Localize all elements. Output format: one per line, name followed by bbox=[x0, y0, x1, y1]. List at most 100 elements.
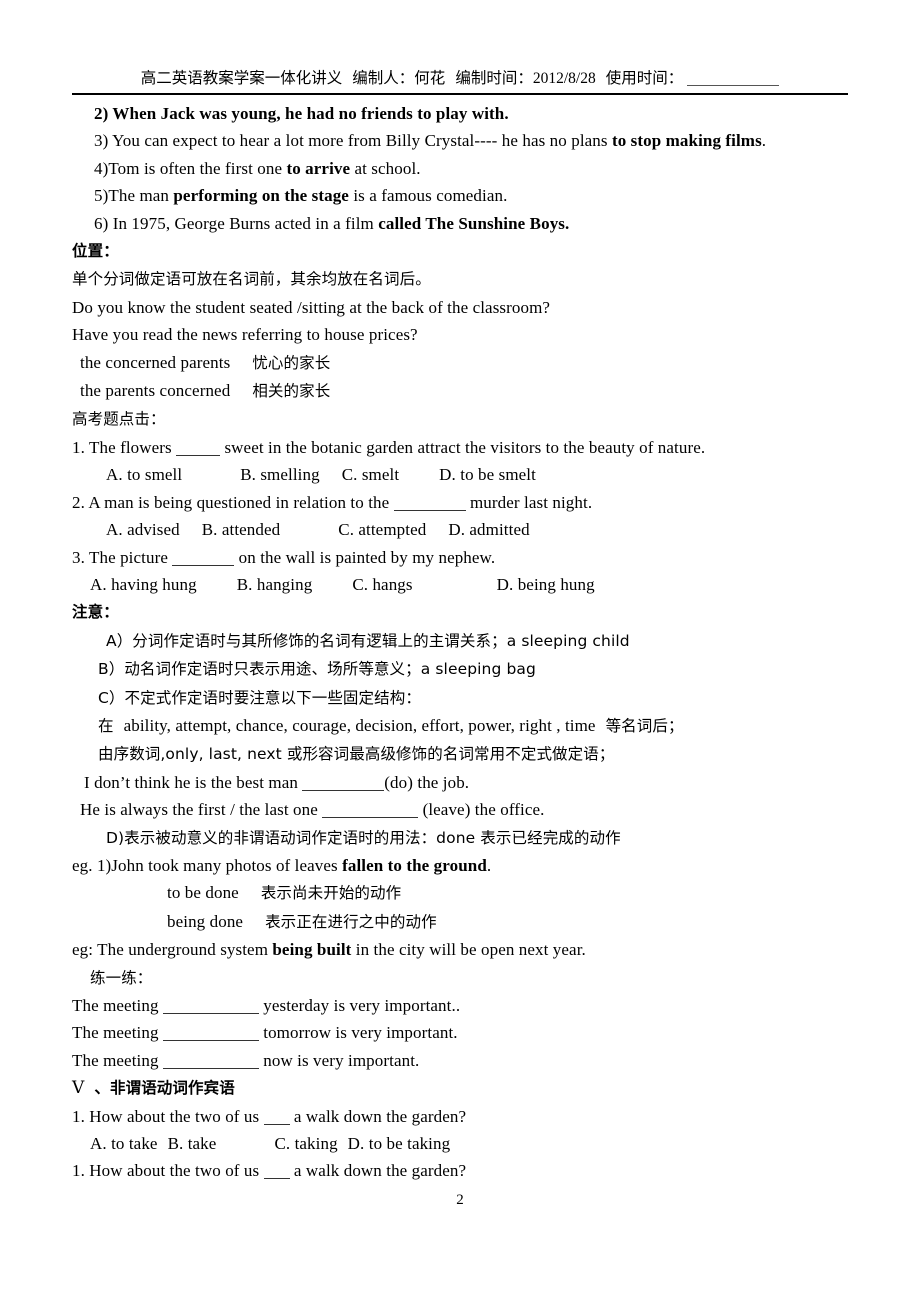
note-suffix: 等名词后； bbox=[605, 716, 684, 735]
document-body: 2) When Jack was young, he had no friend… bbox=[72, 100, 862, 1185]
option-d[interactable]: D. being hung bbox=[497, 571, 595, 598]
answer-blank[interactable] bbox=[322, 817, 419, 819]
notice-practice-1: I don’t think he is the best man (do) th… bbox=[72, 769, 862, 796]
practice-before: The meeting bbox=[72, 1023, 163, 1043]
option-a[interactable]: A. having hung bbox=[90, 571, 197, 598]
answer-blank[interactable] bbox=[393, 509, 466, 511]
header-title: 高二英语教案学案一体化讲义 bbox=[140, 70, 343, 87]
notice-item-d: D)表示被动意义的非谓语动词作定语时的用法：done 表示已经完成的动作 bbox=[106, 828, 621, 847]
answer-blank[interactable] bbox=[162, 1013, 259, 1014]
option-a[interactable]: A. advised bbox=[106, 516, 180, 543]
header-compiler-name: 何花 bbox=[414, 70, 446, 87]
example-number: 6) bbox=[94, 213, 109, 233]
example-line: 5)The man performing on the stage is a f… bbox=[72, 182, 862, 209]
option-c[interactable]: C. hangs bbox=[352, 571, 412, 598]
question-stem-after: a walk down the garden? bbox=[289, 1161, 467, 1181]
question-stem-before: The picture bbox=[84, 547, 173, 567]
option-b[interactable]: B. attended bbox=[202, 516, 281, 543]
header-compile-time: 2012/8/28 bbox=[532, 70, 596, 87]
answer-blank[interactable] bbox=[162, 1040, 259, 1042]
being-done-row: being done 表示正在进行之中的动作 bbox=[72, 908, 862, 936]
done-example-1: eg. 1)John took many photos of leaves fa… bbox=[72, 852, 862, 879]
pair-english: the parents concerned bbox=[80, 381, 231, 401]
practice-before: The meeting bbox=[72, 1050, 163, 1070]
example-text-pre: The man bbox=[108, 186, 174, 206]
practice-before: He is always the first / the last one bbox=[80, 800, 323, 820]
question-number: 2. bbox=[72, 492, 85, 512]
practice-after: (leave) the office. bbox=[418, 800, 545, 820]
section-title: 、非谓语动词作宾语 bbox=[94, 1079, 235, 1098]
option-a[interactable]: A. to take bbox=[90, 1130, 158, 1157]
option-b[interactable]: B. hanging bbox=[237, 571, 313, 598]
exam-options-row: A. advised B. attended C. attempted D. admi… bbox=[72, 516, 862, 543]
notice-item-c-note2: 由序数词,only, last, next 或形容词最高级修饰的名词常用不定式做… bbox=[98, 745, 615, 764]
section-v-heading: Ⅴ 、非谓语动词作宾语 bbox=[72, 1074, 862, 1102]
answer-blank[interactable] bbox=[302, 789, 385, 791]
question-stem-after: on the wall is painted by my nephew. bbox=[234, 547, 496, 567]
notice-item-b: B）动名词作定语时只表示用途、场所等意义；a sleeping bag bbox=[98, 660, 536, 679]
exam-question-stem: 3. The picture on the wall is painted by… bbox=[72, 544, 862, 571]
position-example: Have you read the news referring to hous… bbox=[72, 325, 418, 345]
example-number: 2) bbox=[94, 104, 109, 123]
form-english: to be done bbox=[167, 883, 239, 903]
question-stem-before: A man is being questioned in relation to… bbox=[84, 492, 394, 512]
practice-after: yesterday is very important.. bbox=[258, 996, 461, 1015]
option-d[interactable]: D. admitted bbox=[448, 516, 529, 543]
question-stem-before: The flowers bbox=[84, 437, 177, 457]
notice-practice-2: He is always the first / the last one (l… bbox=[72, 796, 862, 823]
example-text-pre: Tom is often the first one bbox=[108, 158, 287, 178]
exam-heading: 高考题点击： bbox=[72, 410, 166, 429]
example-line: 6) In 1975, George Burns acted in a film… bbox=[72, 210, 862, 237]
position-pair: the concerned parents 忧心的家长 bbox=[72, 349, 862, 377]
option-c[interactable]: C. smelt bbox=[342, 461, 399, 488]
option-a[interactable]: A. to smell bbox=[106, 461, 182, 488]
answer-blank[interactable] bbox=[162, 1067, 259, 1069]
option-d[interactable]: D. to be smelt bbox=[439, 461, 536, 488]
note-prefix: 在 bbox=[98, 716, 114, 735]
form-chinese: 表示尚未开始的动作 bbox=[260, 884, 402, 903]
option-b[interactable]: B. smelling bbox=[240, 461, 320, 488]
example-text-pre: When Jack was young, he had no friends bbox=[108, 104, 418, 123]
notice-item-c-note1: 在 ability, attempt, chance, courage, deci… bbox=[72, 712, 862, 740]
example-text-pre: In 1975, George Burns acted in a film bbox=[108, 213, 379, 233]
header-compile-time-label: 编制时间： bbox=[455, 70, 533, 87]
option-d[interactable]: D. to be taking bbox=[348, 1130, 451, 1157]
answer-blank[interactable] bbox=[263, 1123, 290, 1125]
example-text-post: at school. bbox=[350, 158, 421, 178]
question-stem-after: a walk down the garden? bbox=[289, 1106, 467, 1126]
notice-item-c: C）不定式作定语时要注意以下一些固定结构： bbox=[98, 688, 421, 707]
exam-question-stem: 1. The flowers sweet in the botanic gard… bbox=[72, 434, 862, 461]
question-number: 1. bbox=[72, 1106, 85, 1126]
option-b[interactable]: B. take bbox=[168, 1130, 217, 1157]
eg-prefix: eg. 1)John took many photos of leaves bbox=[72, 855, 343, 875]
answer-blank[interactable] bbox=[263, 1178, 290, 1180]
answer-blank[interactable] bbox=[176, 454, 221, 456]
pair-chinese: 相关的家长 bbox=[252, 382, 331, 401]
meeting-practice-line: The meeting tomorrow is very important. bbox=[72, 1019, 862, 1046]
done-example-2: eg: The underground system being built i… bbox=[72, 936, 862, 963]
exam-options-row: A. to smell B. smelling C. smelt D. to be s… bbox=[72, 461, 862, 488]
answer-blank[interactable] bbox=[172, 564, 235, 566]
section-v-question: 1. How about the two of us a walk down t… bbox=[72, 1157, 862, 1184]
question-stem-after: murder last night. bbox=[465, 492, 593, 512]
example-text-bold: to play with. bbox=[417, 104, 509, 123]
page-footer: 2 bbox=[0, 1192, 920, 1209]
example-line: 4)Tom is often the first one to arrive a… bbox=[72, 155, 862, 182]
meeting-practice-line: The meeting yesterday is very important.… bbox=[72, 992, 862, 1019]
example-text-pre: You can expect to hear a lot more from B… bbox=[108, 131, 612, 151]
eg-suffix: . bbox=[486, 855, 492, 875]
eg-bold: fallen to the ground bbox=[342, 855, 487, 875]
practice-after: now is very important. bbox=[258, 1050, 420, 1070]
option-c[interactable]: C. attempted bbox=[338, 516, 426, 543]
example-number: 4) bbox=[94, 158, 109, 178]
section-v-options-row: A. to take B. take C. taking D. to be takin… bbox=[72, 1130, 862, 1157]
question-stem-before: How about the two of us bbox=[84, 1161, 264, 1181]
option-c[interactable]: C. taking bbox=[274, 1130, 337, 1157]
notice-heading: 注意： bbox=[72, 603, 119, 622]
document-page: 高二英语教案学案一体化讲义 编制人：何花 编制时间：2012/8/28 使用时间： 2… bbox=[0, 0, 920, 1300]
header-divider bbox=[72, 93, 848, 95]
page-number: 2 bbox=[456, 1192, 464, 1208]
position-heading: 位置： bbox=[72, 242, 119, 261]
practice-before: I don’t think he is the best man bbox=[84, 772, 303, 792]
exam-options-row: A. having hung B. hanging C. hangs D. being… bbox=[72, 571, 862, 598]
